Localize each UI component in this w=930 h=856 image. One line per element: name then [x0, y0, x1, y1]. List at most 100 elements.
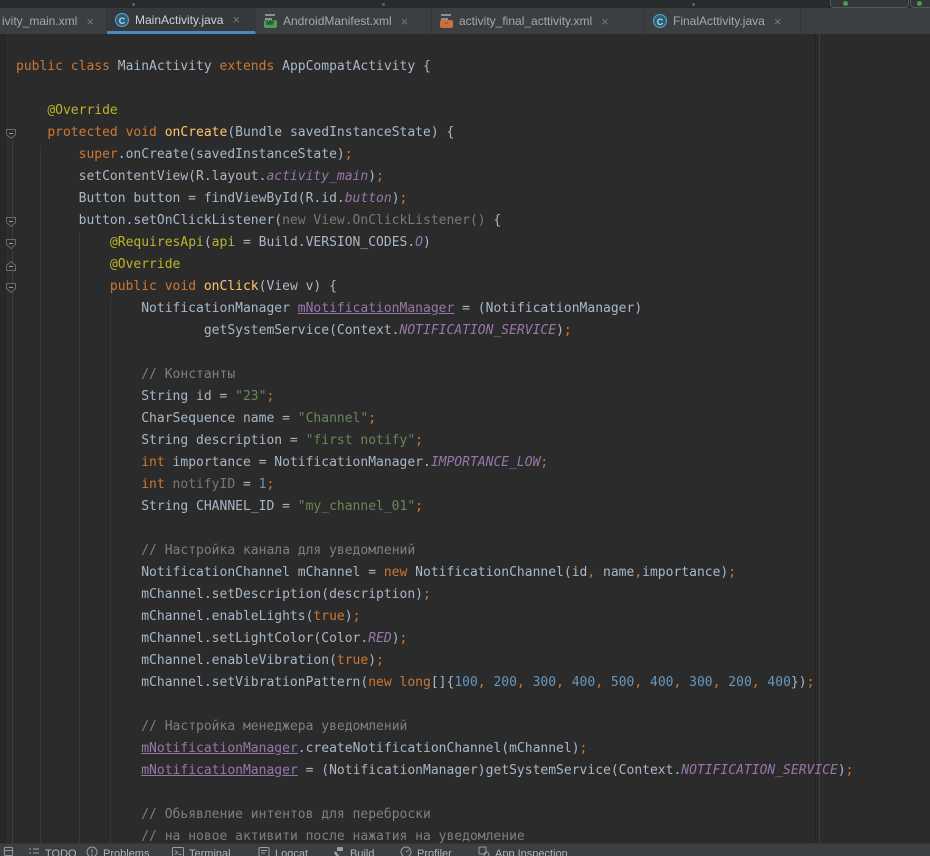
close-icon[interactable]: × — [401, 15, 409, 28]
code-line[interactable]: @RequiresApi(api = Build.VERSION_CODES.O… — [16, 232, 854, 254]
code-line[interactable] — [16, 78, 854, 100]
code-token: ; — [345, 147, 353, 162]
code-token: IMPORTANCE_LOW — [431, 455, 541, 470]
code-line[interactable]: Button button = findViewById(R.id.button… — [16, 188, 854, 210]
close-icon[interactable]: × — [601, 15, 609, 28]
fold-toggle-icon[interactable] — [5, 259, 17, 271]
toolbar-dot — [692, 3, 695, 6]
code-token: ) — [368, 653, 376, 668]
code-token — [16, 367, 141, 382]
code-line[interactable] — [16, 34, 854, 56]
android-studio-window: { "top_strip": { "icons": ["status-dot-g… — [0, 0, 930, 855]
code-line[interactable]: mChannel.setLightColor(Color.RED); — [16, 628, 854, 650]
code-line[interactable] — [16, 342, 854, 364]
xml-layout-icon: ·· — [440, 14, 453, 28]
code-line[interactable]: public void onClick(View v) { — [16, 276, 854, 298]
code-token: 200 — [486, 675, 517, 690]
code-token: mChannel.enableLights( — [16, 609, 313, 624]
code-line[interactable]: mNotificationManager = (NotificationMana… — [16, 760, 854, 782]
code-line[interactable]: // Настройка канала для уведомлений — [16, 540, 854, 562]
code-line[interactable]: @Override — [16, 254, 854, 276]
code-token — [16, 257, 110, 272]
device-selector-widget[interactable] — [830, 0, 909, 8]
code-token: mChannel.setLightColor(Color. — [16, 631, 368, 646]
code-token: ) — [345, 609, 353, 624]
main-toolbar-strip — [0, 0, 930, 8]
code-token: @Override — [47, 103, 117, 118]
code-line[interactable]: String CHANNEL_ID = "my_channel_01"; — [16, 496, 854, 518]
code-line[interactable]: // Константы — [16, 364, 854, 386]
code-line[interactable] — [16, 694, 854, 716]
tab-label: activity_final_acttivity.xml — [459, 14, 592, 28]
code-token: ; — [376, 169, 384, 184]
code-line[interactable]: button.setOnClickListener(new View.OnCli… — [16, 210, 854, 232]
code-token: notifyID — [165, 477, 235, 492]
code-token: // на новое активити после нажатия на ув… — [141, 829, 525, 844]
code-line[interactable]: mNotificationManager.createNotificationC… — [16, 738, 854, 760]
code-token: super — [79, 147, 118, 162]
code-token: // Настройка менеджера уведомлений — [141, 719, 407, 734]
code-token: @Override — [110, 257, 180, 272]
code-token: importance) — [642, 565, 728, 580]
code-line[interactable]: getSystemService(Context.NOTIFICATION_SE… — [16, 320, 854, 342]
code-token: ; — [540, 455, 548, 470]
code-token: public void — [110, 279, 204, 294]
code-token: String CHANNEL_ID = — [16, 499, 298, 514]
code-line[interactable]: // Настройка менеджера уведомлений — [16, 716, 854, 738]
code-line[interactable]: super.onCreate(savedInstanceState); — [16, 144, 854, 166]
code-line[interactable]: String id = "23"; — [16, 386, 854, 408]
code-token: ; — [564, 323, 572, 338]
code-token: ; — [266, 477, 274, 492]
code-line[interactable]: protected void onCreate(Bundle savedInst… — [16, 122, 854, 144]
code-line[interactable]: NotificationManager mNotificationManager… — [16, 298, 854, 320]
fold-toggle-icon[interactable] — [5, 215, 17, 227]
code-line[interactable]: String description = "first notify"; — [16, 430, 854, 452]
code-line[interactable]: mChannel.setDescription(description); — [16, 584, 854, 606]
code-token: ) — [368, 169, 376, 184]
code-line[interactable] — [16, 782, 854, 804]
tab-mainactivity-java[interactable]: CMainActivity.java× — [107, 8, 256, 34]
code-line[interactable] — [16, 518, 854, 540]
code-line[interactable]: // Обьявление интентов для переброски — [16, 804, 854, 826]
code-line[interactable]: NotificationChannel mChannel = new Notif… — [16, 562, 854, 584]
code-token: , — [478, 675, 486, 690]
code-token: = — [235, 477, 258, 492]
close-icon[interactable]: × — [86, 15, 94, 28]
fold-toggle-icon[interactable] — [5, 281, 17, 293]
code-editor[interactable]: public class MainActivity extends AppCom… — [0, 34, 930, 855]
code-token: { — [486, 213, 502, 228]
code-token: mChannel.enableVibration( — [16, 653, 337, 668]
code-line[interactable]: mChannel.setVibrationPattern(new long[]{… — [16, 672, 854, 694]
code-token — [16, 741, 141, 756]
code-token — [16, 235, 110, 250]
code-token: true — [337, 653, 368, 668]
toolbar-dot — [382, 3, 385, 6]
code-line[interactable]: int notifyID = 1; — [16, 474, 854, 496]
code-token: api — [212, 235, 235, 250]
fold-toggle-icon[interactable] — [5, 237, 17, 249]
code-token: mNotificationManager — [298, 301, 455, 316]
code-line[interactable]: mChannel.enableVibration(true); — [16, 650, 854, 672]
close-icon[interactable]: × — [232, 13, 240, 26]
code-token: (Bundle savedInstanceState) { — [227, 125, 454, 140]
code-line[interactable]: CharSequence name = "Channel"; — [16, 408, 854, 430]
tab-androidmanifest-xml[interactable]: MFAndroidManifest.xml× — [256, 8, 432, 34]
code-token: setContentView(R.layout. — [16, 169, 266, 184]
code-token: // Обьявление интентов для переброски — [141, 807, 431, 822]
tab-finalacttivity-java[interactable]: CFinalActtivity.java× — [645, 8, 801, 34]
code-line[interactable]: @Override — [16, 100, 854, 122]
tab-ivity-main-xml[interactable]: ivity_main.xml× — [0, 8, 107, 34]
code-token: new — [384, 565, 407, 580]
code-token: O — [415, 235, 423, 250]
code-line[interactable]: public class MainActivity extends AppCom… — [16, 56, 854, 78]
code-token — [16, 455, 141, 470]
code-line[interactable]: mChannel.enableLights(true); — [16, 606, 854, 628]
tab-activity-final-acttivity-xml[interactable]: ·· activity_final_acttivity.xml × — [432, 8, 645, 34]
java-class-icon: C — [653, 14, 667, 28]
code-line[interactable]: setContentView(R.layout.activity_main); — [16, 166, 854, 188]
fold-toggle-icon[interactable] — [5, 127, 17, 139]
tab-label: AndroidManifest.xml — [283, 14, 392, 28]
close-icon[interactable]: × — [774, 15, 782, 28]
code-line[interactable]: int importance = NotificationManager.IMP… — [16, 452, 854, 474]
code-token: getSystemService(Context. — [16, 323, 400, 338]
